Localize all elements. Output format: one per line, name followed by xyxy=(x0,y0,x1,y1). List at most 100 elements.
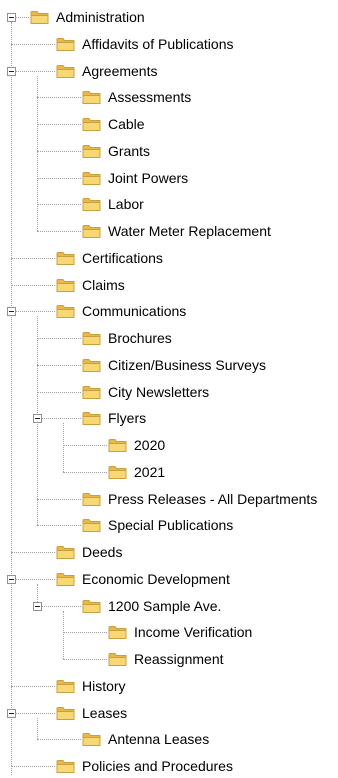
tree-item-label: Policies and Procedures xyxy=(82,758,233,774)
tree-guide-line xyxy=(37,151,81,152)
tree-item[interactable]: Water Meter Replacement xyxy=(82,219,271,243)
tree-item-label: Certifications xyxy=(82,249,163,266)
tree-item[interactable]: Cable xyxy=(82,112,145,136)
folder-icon xyxy=(82,731,102,747)
tree-item[interactable]: Grants xyxy=(82,139,150,163)
folder-icon xyxy=(82,196,102,212)
tree-guide-line xyxy=(63,423,64,472)
tree-guide-line xyxy=(11,311,55,312)
tree-guide-line xyxy=(37,75,38,231)
tree-guide-line xyxy=(11,285,55,286)
collapse-toggle-icon[interactable] xyxy=(7,307,16,316)
tree-item-label: Antenna Leases xyxy=(108,731,210,748)
tree-guide-line xyxy=(37,338,81,339)
folder-icon xyxy=(56,250,76,266)
tree-guide-line xyxy=(37,204,81,205)
tree-item[interactable]: Communications xyxy=(56,299,186,323)
tree-item-label: Economic Development xyxy=(82,570,230,587)
folder-icon xyxy=(82,143,102,159)
folder-icon xyxy=(82,598,102,614)
folder-icon xyxy=(56,277,76,293)
tree-item[interactable]: Special Publications xyxy=(82,513,233,537)
folder-icon xyxy=(108,464,128,480)
tree-guide-line xyxy=(37,365,81,366)
tree-guide-line xyxy=(37,606,81,607)
tree-guide-line xyxy=(37,231,81,232)
tree-item[interactable]: 1200 Sample Ave. xyxy=(82,594,221,618)
tree-item-label: Labor xyxy=(108,196,144,213)
tree-item-label: Water Meter Replacement xyxy=(108,223,271,239)
folder-icon xyxy=(56,303,76,319)
folder-icon xyxy=(56,544,76,560)
folder-icon xyxy=(56,705,76,721)
tree-guide-line xyxy=(15,17,29,18)
tree-guide-line xyxy=(63,610,64,659)
folder-icon xyxy=(82,517,102,533)
tree-guide-line xyxy=(11,713,55,714)
tree-item[interactable]: Assessments xyxy=(82,85,191,109)
tree-item[interactable]: Press Releases - All Departments xyxy=(82,487,317,511)
tree-item[interactable]: Affidavits of Publications xyxy=(56,32,234,56)
folder-icon xyxy=(56,36,76,52)
tree-item[interactable]: Agreements xyxy=(56,59,157,83)
tree-item[interactable]: 2021 xyxy=(108,460,165,484)
tree-item-label: Administration xyxy=(56,9,145,25)
tree-item[interactable]: Flyers xyxy=(82,406,146,430)
tree-guide-line xyxy=(11,22,12,766)
folder-icon xyxy=(108,651,128,667)
tree-item[interactable]: Administration xyxy=(30,5,145,29)
tree-item[interactable]: Brochures xyxy=(82,326,172,350)
tree-item-label: City Newsletters xyxy=(108,383,210,400)
collapse-toggle-icon[interactable] xyxy=(33,602,42,611)
tree-item-label: Claims xyxy=(82,276,125,293)
tree-guide-line xyxy=(37,739,81,740)
tree-item[interactable]: 2020 xyxy=(108,433,165,457)
tree-item[interactable]: Reassignment xyxy=(108,647,224,671)
folder-icon xyxy=(108,437,128,453)
tree-item[interactable]: City Newsletters xyxy=(82,380,209,404)
tree-item[interactable]: History xyxy=(56,674,126,698)
tree-item-label: Deeds xyxy=(82,544,123,560)
tree-guide-line xyxy=(11,766,55,767)
tree-item[interactable]: Claims xyxy=(56,273,125,297)
tree-item-label: Assessments xyxy=(108,89,192,106)
tree-item[interactable]: Antenna Leases xyxy=(82,727,209,751)
tree-item[interactable]: Labor xyxy=(82,192,144,216)
folder-icon xyxy=(56,758,76,774)
tree-item[interactable]: Income Verification xyxy=(108,620,252,644)
folder-icon xyxy=(82,357,102,373)
folder-icon xyxy=(56,571,76,587)
tree-guide-line xyxy=(37,178,81,179)
tree-guide-line xyxy=(11,44,55,45)
tree-item[interactable]: Joint Powers xyxy=(82,166,188,190)
tree-guide-line xyxy=(11,552,55,553)
tree-item[interactable]: Policies and Procedures xyxy=(56,754,233,778)
tree-item[interactable]: Citizen/Business Surveys xyxy=(82,353,266,377)
collapse-toggle-icon[interactable] xyxy=(33,414,42,423)
tree-item[interactable]: Certifications xyxy=(56,246,163,270)
tree-item[interactable]: Leases xyxy=(56,701,127,725)
tree-item-label: Reassignment xyxy=(134,651,224,667)
collapse-toggle-icon[interactable] xyxy=(7,709,16,718)
collapse-toggle-icon[interactable] xyxy=(7,67,16,76)
tree-item-label: Joint Powers xyxy=(108,169,189,186)
tree-guide-line xyxy=(37,418,81,419)
tree-item-label: Leases xyxy=(82,704,128,721)
collapse-toggle-icon[interactable] xyxy=(7,575,16,584)
tree-item-label: Press Releases - All Departments xyxy=(108,490,318,507)
folder-icon xyxy=(108,624,128,640)
folder-icon xyxy=(82,330,102,346)
folder-icon xyxy=(82,410,102,426)
folder-icon xyxy=(82,491,102,507)
tree-guide-line xyxy=(63,445,107,446)
folder-icon xyxy=(82,89,102,105)
tree-item[interactable]: Deeds xyxy=(56,540,122,564)
tree-guide-line xyxy=(11,579,55,580)
tree-item-label: 2021 xyxy=(134,463,166,480)
tree-guide-line xyxy=(37,97,81,98)
tree-guide-line xyxy=(11,766,12,775)
tree-item[interactable]: Economic Development xyxy=(56,567,230,591)
folder-icon xyxy=(56,63,76,79)
folder-icon xyxy=(82,170,102,186)
collapse-toggle-icon[interactable] xyxy=(7,13,16,22)
